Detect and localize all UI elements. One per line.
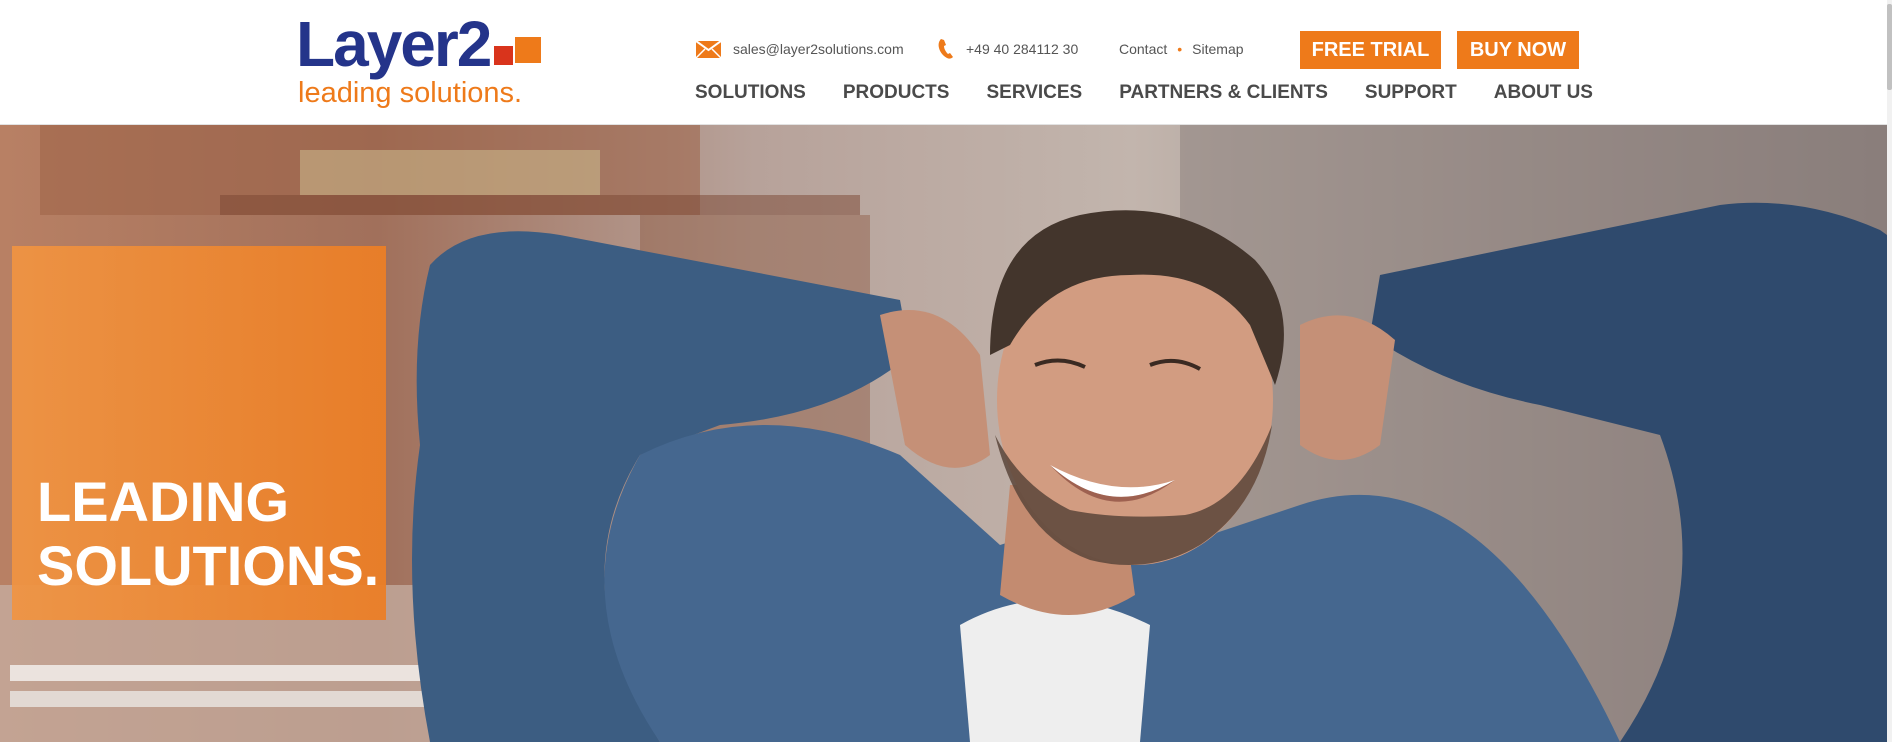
nav-about-us[interactable]: ABOUT US: [1494, 80, 1593, 106]
brand-logo[interactable]: Layer2 leading solutions.: [296, 12, 556, 112]
free-trial-button[interactable]: FREE TRIAL: [1300, 31, 1441, 69]
logo-square-red: [494, 46, 513, 65]
hero-text-box: LEADING SOLUTIONS.: [12, 246, 386, 620]
phone-icon: [938, 39, 953, 59]
phone-text: +49 40 284112 30: [966, 41, 1079, 57]
utility-links: Contact • Sitemap: [1119, 38, 1244, 60]
buy-now-button[interactable]: BUY NOW: [1457, 31, 1579, 69]
logo-tagline: leading solutions.: [298, 77, 523, 109]
hero-title: LEADING SOLUTIONS.: [37, 470, 380, 597]
hero-banner: LEADING SOLUTIONS.: [0, 125, 1887, 742]
scrollbar-thumb[interactable]: [1887, 4, 1892, 90]
logo-wordmark: Layer2: [296, 8, 492, 80]
page-scrollbar[interactable]: [1887, 0, 1892, 742]
nav-products[interactable]: PRODUCTS: [843, 80, 950, 106]
sitemap-link[interactable]: Sitemap: [1192, 41, 1243, 57]
nav-partners-clients[interactable]: PARTNERS & CLIENTS: [1119, 80, 1328, 106]
logo-square-orange: [515, 37, 541, 63]
separator-dot: •: [1177, 41, 1183, 57]
site-header: Layer2 leading solutions. sales@layer2so…: [0, 0, 1887, 125]
nav-support[interactable]: SUPPORT: [1365, 80, 1457, 106]
nav-solutions[interactable]: SOLUTIONS: [695, 80, 806, 106]
email-text: sales@layer2solutions.com: [733, 41, 904, 57]
main-nav: SOLUTIONS PRODUCTS SERVICES PARTNERS & C…: [695, 80, 1593, 106]
nav-services[interactable]: SERVICES: [986, 80, 1082, 106]
contact-email[interactable]: sales@layer2solutions.com: [696, 38, 904, 60]
envelope-icon: [696, 40, 721, 58]
contact-link[interactable]: Contact: [1119, 41, 1167, 57]
contact-phone[interactable]: +49 40 284112 30: [938, 38, 1078, 60]
